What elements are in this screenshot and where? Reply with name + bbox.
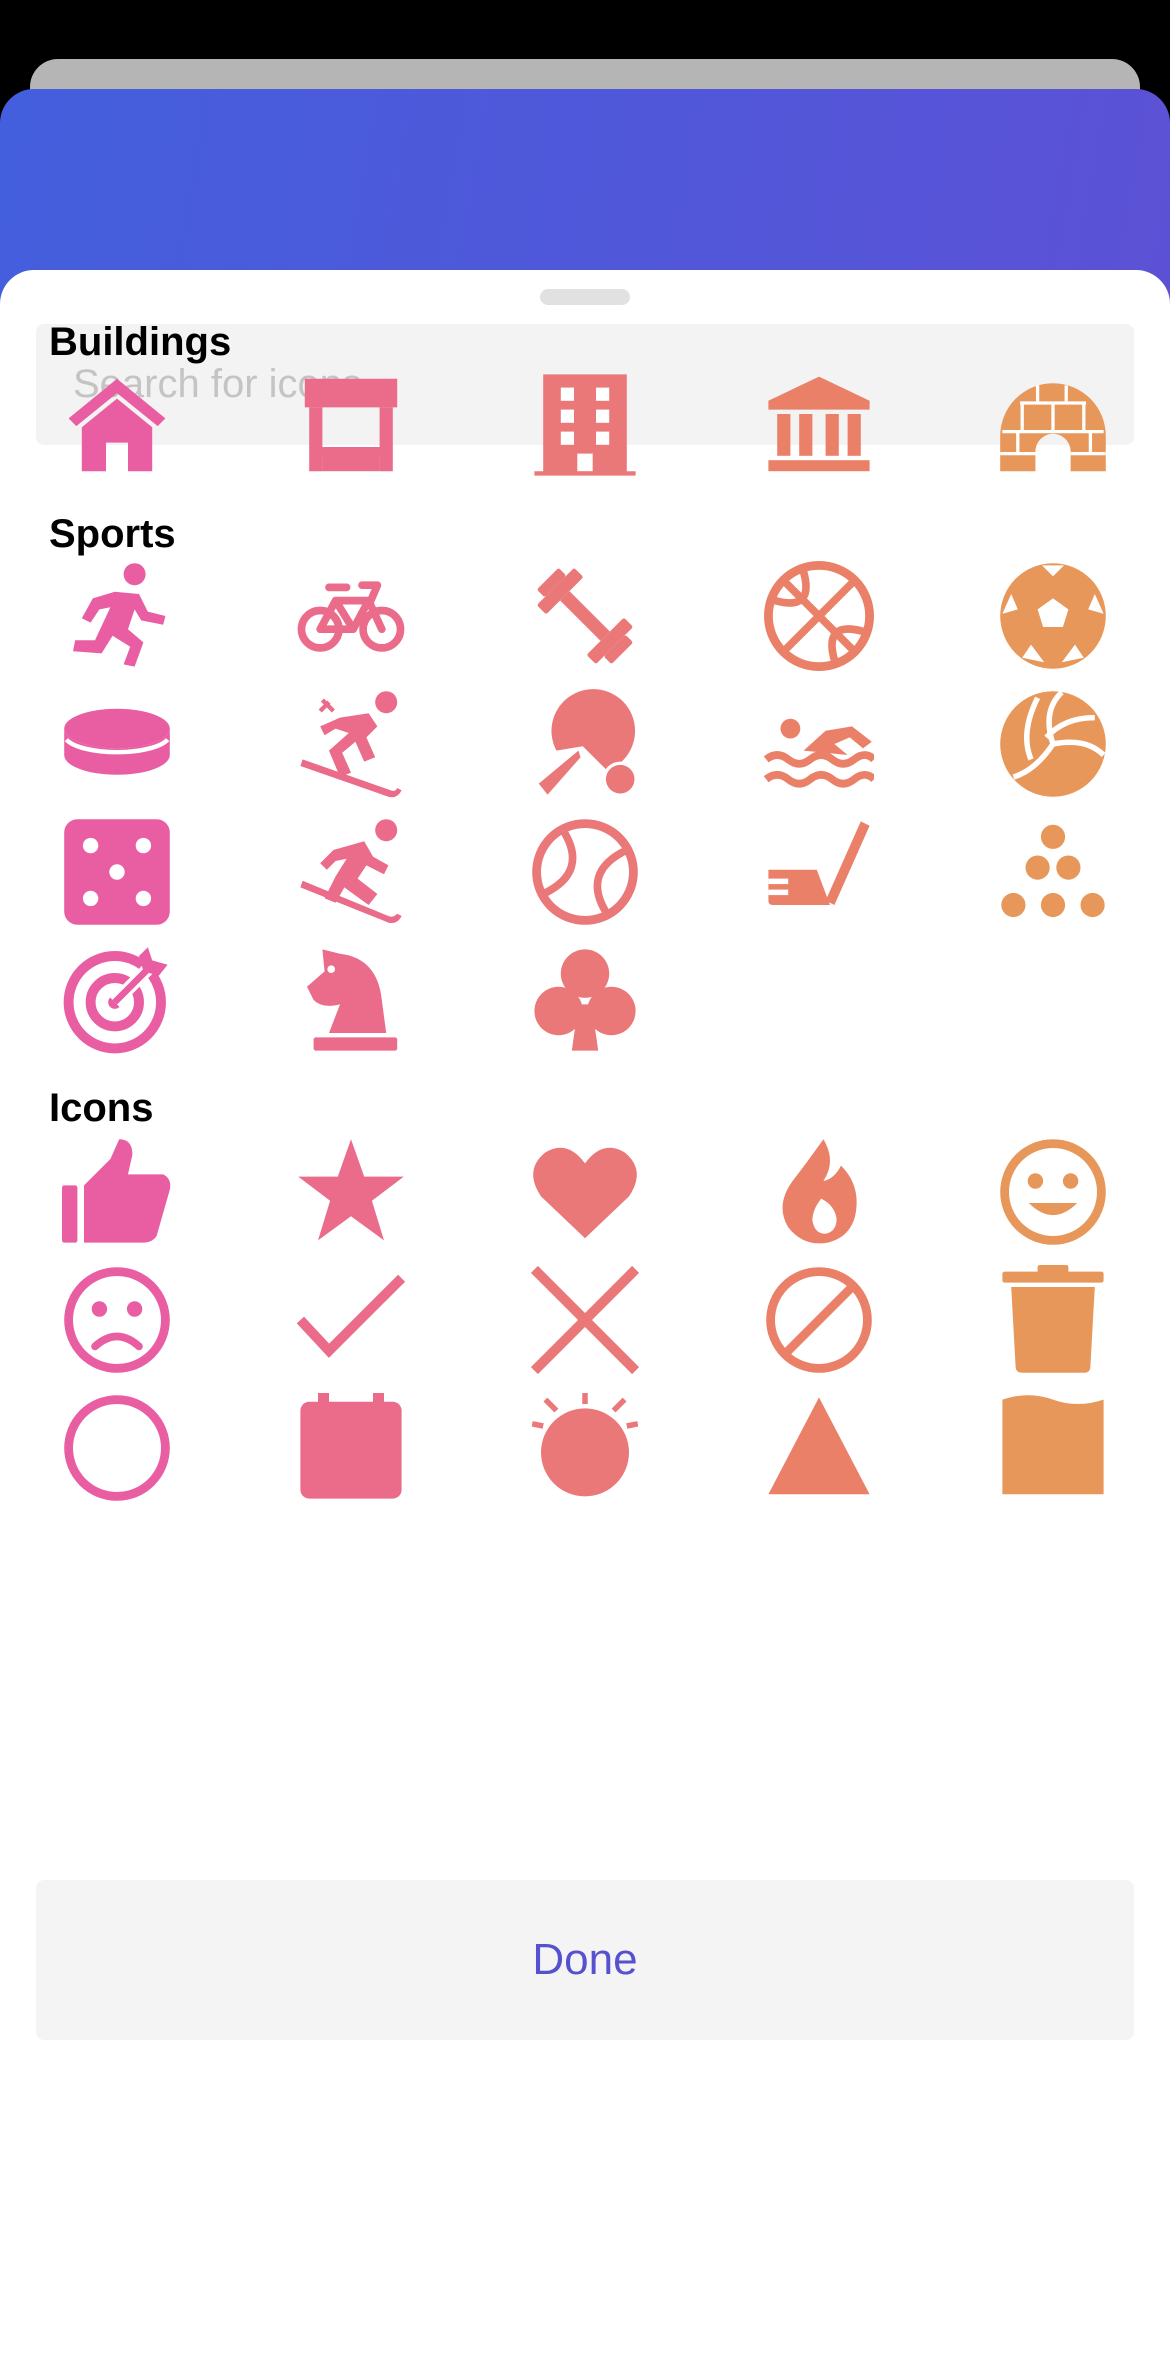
bicycle-icon[interactable] [296,561,406,671]
scroll-fade [0,2080,1170,2230]
hockey-puck-icon[interactable] [62,689,172,799]
partial-circle-icon[interactable] [62,1393,172,1503]
thumbs-up-icon[interactable] [62,1137,172,1247]
smile-face-icon[interactable] [998,1137,1108,1247]
running-person-icon[interactable] [62,561,172,671]
table-tennis-icon[interactable] [530,689,640,799]
ban-icon[interactable] [764,1265,874,1375]
snowboarder-icon[interactable] [296,817,406,927]
triangle-icon[interactable] [764,1393,874,1503]
club-suit-icon[interactable] [530,945,640,1055]
baseball-icon[interactable] [530,817,640,927]
section-title-buildings: Buildings [49,320,232,364]
golf-club-icon[interactable] [764,817,874,927]
section-title-sports: Sports [49,512,176,556]
star-icon[interactable] [296,1137,406,1247]
frown-face-icon[interactable] [62,1265,172,1375]
soccer-ball-icon[interactable] [998,561,1108,671]
chess-knight-icon[interactable] [296,945,406,1055]
skier-icon[interactable] [296,689,406,799]
basketball-icon[interactable] [764,561,874,671]
trash-can-icon[interactable] [998,1265,1108,1375]
calendar-icon[interactable] [296,1393,406,1503]
swimmer-icon[interactable] [764,689,874,799]
checkmark-icon[interactable] [296,1265,406,1375]
volleyball-icon[interactable] [998,689,1108,799]
office-building-icon[interactable] [530,370,640,480]
icon-picker-sheet: Buildings Sports Icons [0,270,1170,2356]
heart-icon[interactable] [530,1137,640,1247]
house-icon[interactable] [62,370,172,480]
dumbbell-icon[interactable] [530,561,640,671]
bank-icon[interactable] [764,370,874,480]
bowling-pins-icon[interactable] [998,817,1108,927]
flag-icon[interactable] [998,1393,1108,1503]
bullseye-target-icon[interactable] [62,945,172,1055]
dice-icon[interactable] [62,817,172,927]
section-title-icons: Icons [49,1086,154,1130]
x-mark-icon[interactable] [530,1265,640,1375]
done-button[interactable]: Done [36,1880,1134,2040]
store-icon[interactable] [296,370,406,480]
drag-handle[interactable] [540,289,630,305]
alarm-clock-icon[interactable] [530,1393,640,1503]
fire-icon[interactable] [764,1137,874,1247]
igloo-icon[interactable] [998,370,1108,480]
